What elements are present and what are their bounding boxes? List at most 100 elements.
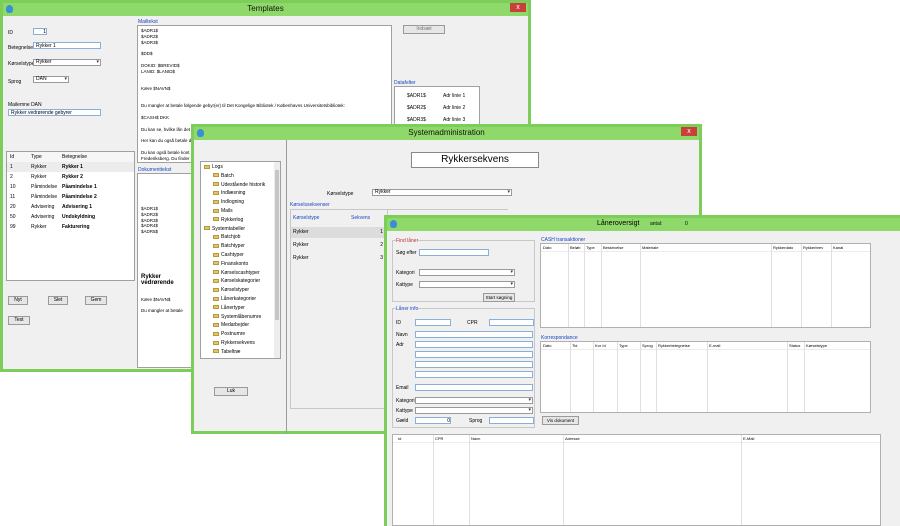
sprog-label: Sprog [469, 418, 483, 424]
column-header[interactable]: Dato [543, 245, 551, 250]
id-field[interactable]: 1 [33, 28, 47, 35]
nyt-button[interactable]: Nyt [8, 296, 28, 305]
adr-field-2[interactable] [415, 351, 533, 358]
tree-scrollbar[interactable] [274, 162, 280, 358]
table-row[interactable]: Rykker 1 [291, 227, 387, 238]
kattype-select[interactable]: ▾ [419, 281, 515, 288]
grid-header: Kørselstype Sekvens [291, 213, 387, 223]
sprog-select[interactable]: DAN ▾ [33, 76, 69, 83]
close-button[interactable]: x [681, 127, 697, 136]
list-item[interactable]: 1 Rykker Rykker 1 [7, 162, 134, 172]
column-header[interactable]: Id [398, 436, 401, 441]
tree-item[interactable]: Lånerkategorier [213, 296, 256, 302]
column-header[interactable]: Beskrivelse [603, 245, 623, 250]
start-soegning-button[interactable]: Start søgning [483, 293, 515, 302]
vis-dokument-button[interactable]: Vis dokument [542, 416, 579, 425]
kategori2-select[interactable]: ▾ [415, 397, 533, 404]
tree-item[interactable]: Rykkersekvens [213, 340, 255, 346]
tree-item[interactable]: Batch [213, 173, 234, 179]
tree-item[interactable]: Postnumre [213, 331, 245, 337]
column-divider [640, 244, 641, 327]
tree-item[interactable]: Kørselscashtyper [213, 270, 260, 276]
indsaet-button[interactable]: Indsæt [403, 25, 445, 34]
column-header[interactable]: Kanal [833, 245, 843, 250]
column-header[interactable]: Rykkerbrev [803, 245, 823, 250]
sprog-field[interactable] [489, 417, 534, 424]
korr-grid[interactable]: Dato Tid Kor Id Type Sprog Rykkerbetegnelse E-… [540, 341, 871, 413]
column-header[interactable]: Kor Id [595, 343, 606, 348]
kategori-select[interactable]: ▾ [419, 269, 515, 276]
tree-item[interactable]: Tabeltræ [213, 349, 240, 355]
column-header[interactable]: Navn [471, 436, 480, 441]
list-item[interactable]: 20 Advisering Advisering 1 [7, 202, 134, 212]
splitter[interactable] [286, 140, 287, 434]
adr-field-4[interactable] [415, 371, 533, 378]
column-header[interactable]: E-mail [709, 343, 720, 348]
tree-item[interactable]: Systemlåbenumre [213, 314, 261, 320]
tree-item[interactable]: Udestående historik [213, 182, 265, 188]
tree-item[interactable]: Lånertyper [213, 305, 245, 311]
cash-grid[interactable]: Dato Beløb Type Beskrivelse Materiale Rykkerd… [540, 243, 871, 328]
tree-item[interactable]: Logs [204, 164, 223, 170]
kattype2-select[interactable]: ▾ [415, 407, 533, 414]
column-header[interactable]: Sprog [642, 343, 653, 348]
tree-item[interactable]: Mails [213, 208, 233, 214]
column-header[interactable]: Status [789, 343, 800, 348]
tree-item[interactable]: Cashtyper [213, 252, 244, 258]
tree-item[interactable]: Batchjob [213, 234, 240, 240]
luk-button[interactable]: Luk [214, 387, 248, 396]
adr-field-3[interactable] [415, 361, 533, 368]
dokumenttekst-area[interactable]: $ADR1$ $ADR2$ $ADR3$ $ADR4$ $ADR5$ Rykker ve… [137, 173, 197, 368]
email-field[interactable] [415, 384, 533, 391]
cpr-field[interactable] [489, 319, 534, 326]
column-header[interactable]: E-Mail [743, 436, 754, 441]
column-header[interactable]: Rykkerbetegnelse [658, 343, 690, 348]
column-header[interactable]: Materiale [642, 245, 658, 250]
close-button[interactable]: x [510, 3, 526, 12]
list-item[interactable]: 50 Advisering Undskyldning [7, 212, 134, 222]
gaeld-field[interactable]: 0 [415, 417, 451, 424]
column-header[interactable]: Adresse [565, 436, 580, 441]
slet-button[interactable]: Slet [48, 296, 68, 305]
list-item[interactable]: 11 Påmindelse Påamindelse 2 [7, 192, 134, 202]
test-button[interactable]: Test [8, 316, 30, 325]
betegnelse-input[interactable]: Rykker 1 [33, 42, 101, 49]
datafelt-item[interactable]: $ADR1$ Adr linie 1 [395, 91, 479, 101]
datafelt-item[interactable]: $ADR2$ Adr linie 2 [395, 103, 479, 113]
tree-item[interactable]: Kørselskategorier [213, 278, 260, 284]
column-header[interactable]: Type [619, 343, 628, 348]
tree-item[interactable]: Indlogning [213, 199, 244, 205]
list-item[interactable]: 2 Rykker Rykker 2 [7, 172, 134, 182]
list-item-type: Påmindelse [31, 194, 58, 200]
column-header[interactable]: Beløb [570, 245, 580, 250]
table-row[interactable]: Rykker 3 [291, 253, 387, 264]
column-header[interactable]: Tid [572, 343, 577, 348]
tree-item[interactable]: Systemtabeller [204, 226, 245, 232]
column-header[interactable]: CPR [435, 436, 443, 441]
tree-item[interactable]: Finanskonto [213, 261, 248, 267]
korselstype-select[interactable]: Rykker ▾ [33, 59, 101, 66]
laaner-grid[interactable]: Id CPR Navn Adresse E-Mail [392, 434, 881, 526]
table-row[interactable]: Rykker 2 [291, 240, 387, 251]
adr-field-1[interactable] [415, 341, 533, 348]
search-input[interactable] [419, 249, 489, 256]
gem-button[interactable]: Gem [85, 296, 107, 305]
column-header[interactable]: Rykkerdato [773, 245, 793, 250]
column-header[interactable]: Type [586, 245, 595, 250]
column-header[interactable]: Kørselstype [806, 343, 827, 348]
column-divider [568, 244, 569, 327]
navn-field[interactable] [415, 331, 533, 338]
tree-item[interactable]: Rykkerlog [213, 217, 243, 223]
korselstype-select[interactable]: Rykker ▾ [372, 189, 512, 196]
tree-item[interactable]: Indlæsning [213, 190, 245, 196]
list-item[interactable]: 10 Påmindelse Påamindelse 1 [7, 182, 134, 192]
tree-item[interactable]: Kørselstyper [213, 287, 249, 293]
tree-scroll-thumb[interactable] [275, 170, 279, 320]
group-label: Kørselssekvenser [290, 202, 330, 208]
mailemne-input[interactable]: Rykker vedrørende gebyrer [8, 109, 101, 116]
column-header[interactable]: Dato [543, 343, 551, 348]
list-item[interactable]: 99 Rykker Fakturering [7, 222, 134, 232]
tree-item[interactable]: Batchtyper [213, 243, 245, 249]
id-field[interactable] [415, 319, 451, 326]
tree-item[interactable]: Medarbejder [213, 322, 249, 328]
